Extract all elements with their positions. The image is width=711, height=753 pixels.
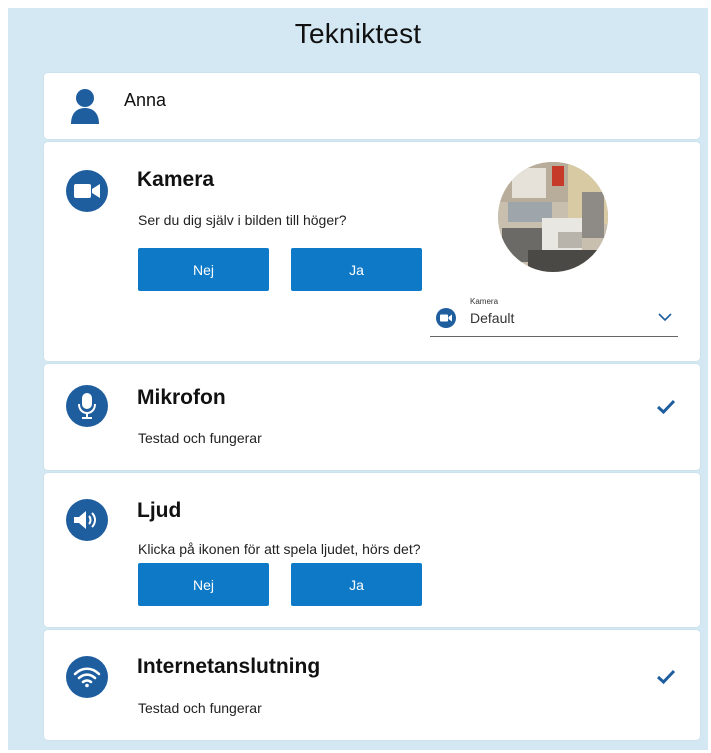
speaker-icon[interactable] (66, 499, 108, 541)
page-title: Tekniktest (294, 18, 422, 49)
camera-select-value: Default (470, 310, 515, 326)
check-icon (656, 669, 676, 690)
sound-yes-button[interactable]: Ja (291, 563, 422, 606)
check-icon (656, 399, 676, 420)
camera-preview-image (498, 162, 608, 272)
camera-card: Kamera Ser du dig själv i bilden till hö… (44, 142, 700, 361)
sound-no-button[interactable]: Nej (138, 563, 269, 606)
internet-heading: Internetanslutning (137, 655, 321, 678)
microphone-icon (66, 385, 108, 427)
sound-heading: Ljud (137, 499, 182, 522)
camera-yes-button[interactable]: Ja (291, 248, 422, 291)
internet-card: Internetanslutning Testad och fungerar (44, 630, 700, 740)
microphone-status: Testad och fungerar (138, 430, 262, 446)
sound-card: Ljud Klicka på ikonen för att spela ljud… (44, 473, 700, 627)
user-icon (70, 88, 100, 129)
camera-heading: Kamera (137, 168, 215, 191)
wifi-icon (66, 656, 108, 698)
camera-small-icon (436, 308, 456, 328)
camera-no-button[interactable]: Nej (138, 248, 269, 291)
chevron-down-icon (658, 308, 672, 326)
user-card: Anna (44, 73, 700, 139)
microphone-card: Mikrofon Testad och fungerar (44, 364, 700, 470)
microphone-heading: Mikrofon (137, 386, 226, 409)
camera-icon (66, 170, 108, 212)
camera-select-label: Kamera (470, 297, 499, 306)
camera-question: Ser du dig själv i bilden till höger? (138, 212, 347, 228)
internet-status: Testad och fungerar (138, 700, 262, 716)
sound-question: Klicka på ikonen för att spela ljudet, h… (138, 541, 421, 557)
camera-select[interactable]: Kamera Default (430, 290, 678, 337)
user-name: Anna (124, 90, 167, 110)
page-frame: Tekniktest Anna Kamera Ser du dig själv … (8, 8, 708, 750)
